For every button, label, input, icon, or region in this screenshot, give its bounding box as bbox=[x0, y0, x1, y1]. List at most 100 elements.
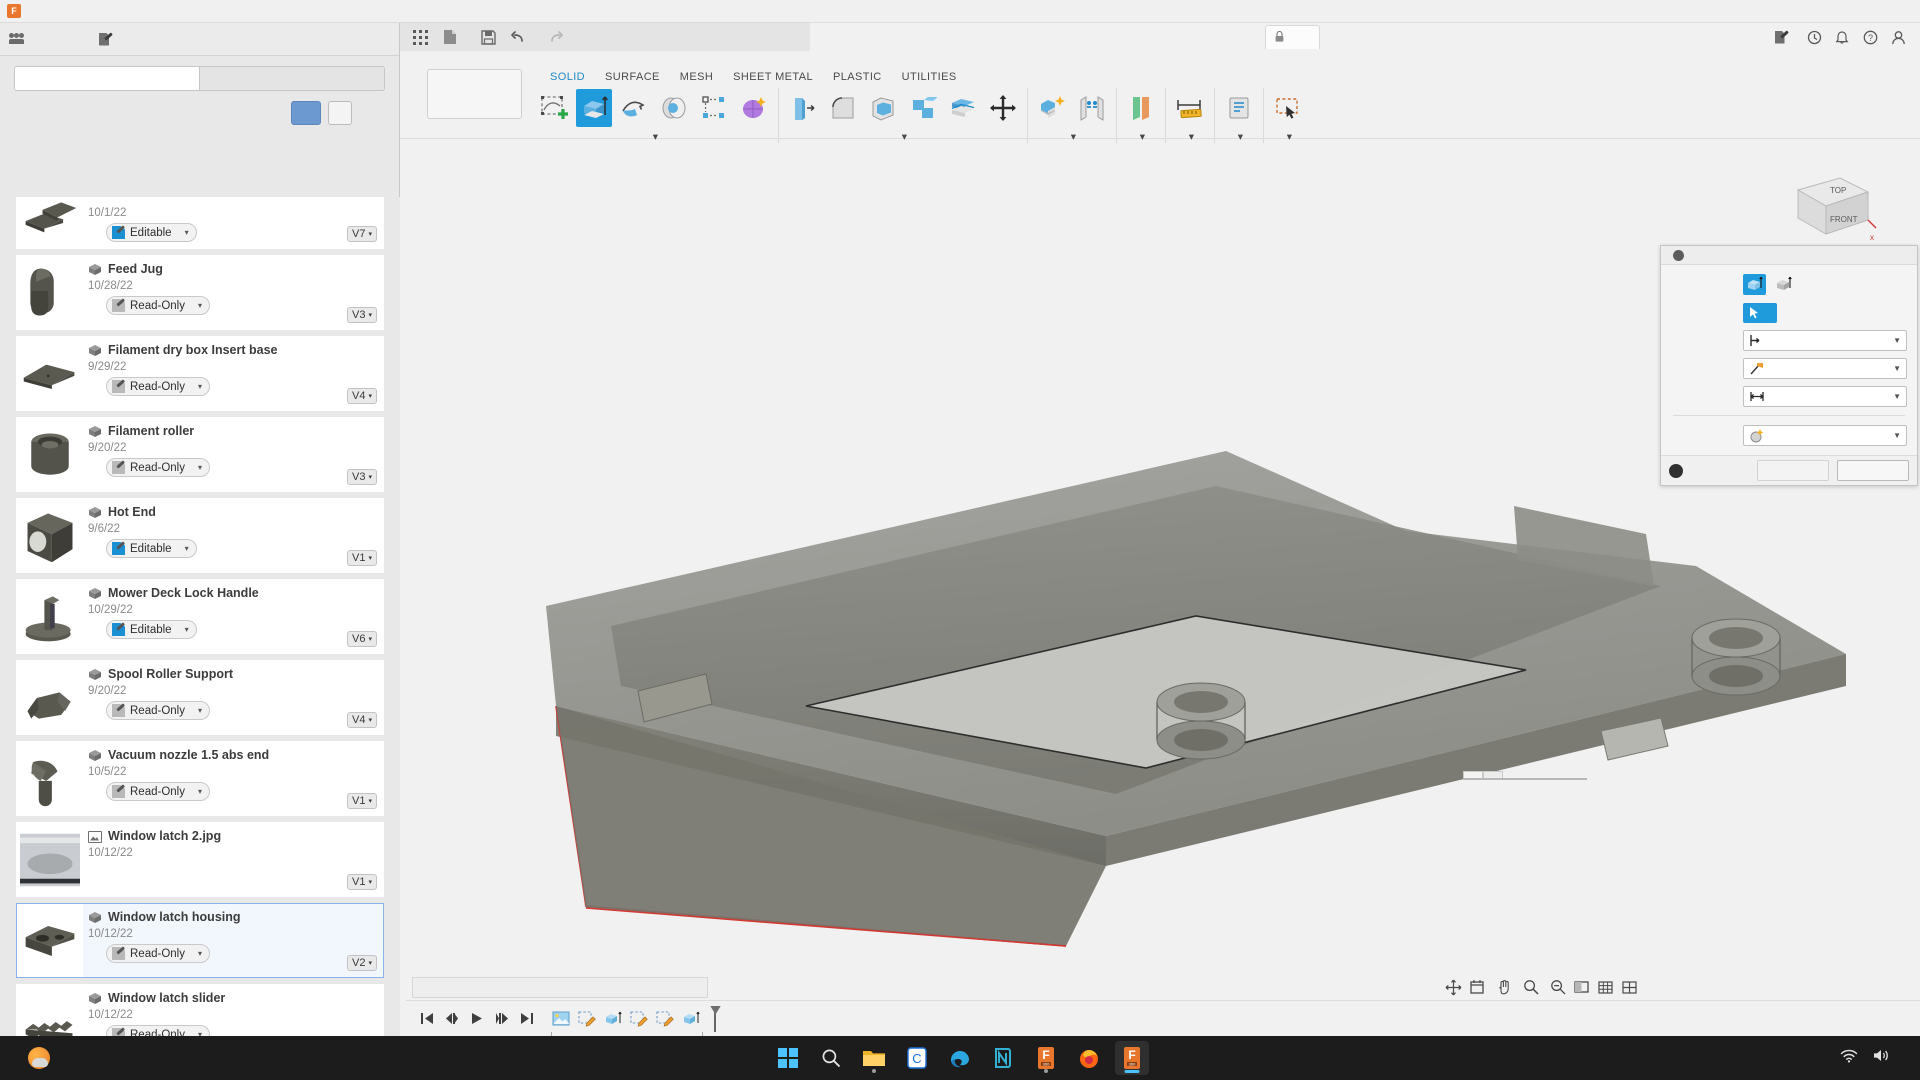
file-list-item[interactable]: Vacuum nozzle 1.5 abs end10/5/22Read-Onl… bbox=[16, 741, 384, 816]
fusion360-icon[interactable]: F360 bbox=[1029, 1041, 1063, 1075]
version-badge[interactable]: V3▾ bbox=[347, 307, 377, 323]
form-icon[interactable] bbox=[736, 89, 772, 127]
permission-dropdown[interactable]: Read-Only▾ bbox=[106, 296, 210, 315]
file-name[interactable]: Hot End bbox=[88, 505, 383, 520]
volume-icon[interactable] bbox=[1872, 1048, 1890, 1068]
cortana-icon[interactable]: C bbox=[900, 1041, 934, 1075]
ribbon-tab-mesh[interactable]: MESH bbox=[670, 71, 723, 83]
extrude-dialog[interactable]: ▼ ▼ bbox=[1660, 245, 1918, 486]
selection-context-menu[interactable] bbox=[1463, 771, 1587, 780]
zoom-extents-icon[interactable] bbox=[1546, 976, 1570, 998]
version-badge[interactable]: V1▾ bbox=[347, 874, 377, 890]
press-pull-icon[interactable] bbox=[785, 89, 821, 127]
new-tab-button[interactable] bbox=[1320, 25, 1342, 49]
timeline-prev-button[interactable] bbox=[441, 1008, 463, 1030]
chevron-down-icon[interactable]: ▾ bbox=[368, 311, 372, 319]
close-panel-icon[interactable] bbox=[183, 26, 209, 52]
version-badge[interactable]: V1▾ bbox=[347, 550, 377, 566]
collapse-icon[interactable] bbox=[1673, 250, 1684, 261]
timeline-feature-extrude-1[interactable] bbox=[601, 1007, 625, 1031]
timeline-feature-sketch-3[interactable] bbox=[653, 1007, 677, 1031]
pattern-icon[interactable] bbox=[696, 89, 732, 127]
fusion360-active-icon[interactable]: F360 bbox=[1115, 1041, 1149, 1075]
ribbon-group-label-create[interactable]: ▾ bbox=[650, 131, 659, 143]
ribbon-group-label-assemble[interactable]: ▾ bbox=[1068, 131, 1077, 143]
ribbon-tab-utilities[interactable]: UTILITIES bbox=[892, 71, 967, 83]
permission-dropdown[interactable]: Read-Only▾ bbox=[106, 944, 210, 963]
ribbon-tab-sheet-metal[interactable]: SHEET METAL bbox=[723, 71, 823, 83]
info-icon[interactable] bbox=[1669, 464, 1683, 478]
hub-selector[interactable] bbox=[8, 33, 37, 45]
ribbon-tab-plastic[interactable]: PLASTIC bbox=[823, 71, 892, 83]
ok-button[interactable] bbox=[1757, 460, 1829, 481]
version-badge[interactable]: V7▾ bbox=[347, 226, 377, 242]
chevron-down-icon[interactable]: ▾ bbox=[198, 949, 202, 958]
ribbon-tab-solid[interactable]: SOLID bbox=[540, 71, 595, 83]
extrude-type-edges-icon[interactable] bbox=[1772, 274, 1795, 295]
ribbon-group-label-inspect[interactable]: ▾ bbox=[1186, 131, 1195, 143]
chevron-down-icon[interactable]: ▼ bbox=[1893, 431, 1901, 440]
offset-face-icon[interactable] bbox=[945, 89, 981, 127]
look-at-icon[interactable] bbox=[1465, 976, 1489, 998]
file-list-item[interactable]: Window latch housing10/12/22Read-Only▾V2… bbox=[16, 903, 384, 978]
search-icon[interactable] bbox=[814, 1041, 848, 1075]
chevron-down-icon[interactable]: ▼ bbox=[1893, 364, 1901, 373]
timeline-first-button[interactable] bbox=[416, 1008, 438, 1030]
chevron-down-icon[interactable]: ▾ bbox=[185, 544, 189, 553]
onenote-icon[interactable] bbox=[986, 1041, 1020, 1075]
chevron-down-icon[interactable]: ▾ bbox=[185, 625, 189, 634]
file-list-item[interactable]: 10/1/22Editable▾V7▾ bbox=[16, 197, 384, 249]
chevron-down-icon[interactable]: ▼ bbox=[1893, 336, 1901, 345]
chevron-down-icon[interactable]: ▾ bbox=[368, 716, 372, 724]
pan-icon[interactable] bbox=[1492, 976, 1516, 998]
measure-icon[interactable] bbox=[1172, 89, 1208, 127]
upload-button[interactable] bbox=[291, 101, 321, 125]
context-tab-parents[interactable] bbox=[1483, 771, 1503, 778]
extrude-icon[interactable] bbox=[576, 89, 612, 127]
file-list-item[interactable]: Window latch slider10/12/22Read-Only▾V1▾ bbox=[16, 984, 384, 1036]
chevron-down-icon[interactable]: ▾ bbox=[198, 706, 202, 715]
job-status-icon[interactable] bbox=[1802, 25, 1826, 49]
permission-dropdown[interactable]: Read-Only▾ bbox=[106, 701, 210, 720]
file-name[interactable]: Feed Jug bbox=[88, 262, 383, 277]
chevron-down-icon[interactable]: ▾ bbox=[368, 797, 372, 805]
weather-widget[interactable] bbox=[28, 1047, 59, 1069]
file-name[interactable]: Window latch 2.jpg bbox=[88, 829, 383, 844]
chevron-down-icon[interactable]: ▾ bbox=[198, 301, 202, 310]
orbit-icon[interactable] bbox=[1441, 976, 1465, 998]
context-tab-depth[interactable] bbox=[1463, 771, 1483, 778]
chevron-down-icon[interactable]: ▾ bbox=[368, 392, 372, 400]
refresh-button[interactable] bbox=[131, 26, 157, 52]
start-button[interactable] bbox=[771, 1041, 805, 1075]
firefox-icon[interactable] bbox=[1072, 1041, 1106, 1075]
file-name[interactable]: Filament roller bbox=[88, 424, 383, 439]
fillet-icon[interactable] bbox=[825, 89, 861, 127]
permission-dropdown[interactable]: Read-Only▾ bbox=[106, 782, 210, 801]
chevron-down-icon[interactable]: ▾ bbox=[198, 382, 202, 391]
ribbon-group-label-construct[interactable]: ▾ bbox=[1137, 131, 1146, 143]
file-list-item[interactable]: Hot End9/6/22Editable▾V1▾ bbox=[16, 498, 384, 573]
file-name[interactable]: Filament dry box Insert base bbox=[88, 343, 383, 358]
close-button[interactable] bbox=[1874, 0, 1920, 23]
maximize-button[interactable] bbox=[1828, 0, 1874, 23]
ribbon-tabstrip[interactable]: SOLIDSURFACEMESHSHEET METALPLASTICUTILIT… bbox=[540, 71, 967, 83]
create-sketch-icon[interactable] bbox=[536, 89, 572, 127]
profiles-select-button[interactable] bbox=[1743, 303, 1777, 323]
version-badge[interactable]: V4▾ bbox=[347, 388, 377, 404]
file-list-item[interactable]: Filament dry box Insert base9/29/22Read-… bbox=[16, 336, 384, 411]
extent-type-dropdown[interactable]: ▼ bbox=[1743, 386, 1907, 407]
permission-dropdown[interactable]: Editable▾ bbox=[106, 223, 197, 242]
file-list-item[interactable]: Window latch 2.jpg10/12/22V1▾ bbox=[16, 822, 384, 897]
shell-icon[interactable] bbox=[865, 89, 901, 127]
redo-icon[interactable] bbox=[542, 25, 570, 49]
timeline-play-button[interactable] bbox=[466, 1008, 488, 1030]
new-folder-button[interactable] bbox=[328, 101, 352, 125]
ribbon-group-label-insert[interactable]: ▾ bbox=[1235, 131, 1244, 143]
file-list-item[interactable]: Feed Jug10/28/22Read-Only▾V3▾ bbox=[16, 255, 384, 330]
timeline-feature-sketch-2[interactable] bbox=[627, 1007, 651, 1031]
ribbon-group-label-modify[interactable]: ▾ bbox=[899, 131, 908, 143]
chevron-down-icon[interactable]: ▾ bbox=[185, 228, 189, 237]
permission-dropdown[interactable]: Read-Only▾ bbox=[106, 458, 210, 477]
chevron-down-icon[interactable]: ▼ bbox=[1893, 392, 1901, 401]
file-list-item[interactable]: Spool Roller Support9/20/22Read-Only▾V4▾ bbox=[16, 660, 384, 735]
